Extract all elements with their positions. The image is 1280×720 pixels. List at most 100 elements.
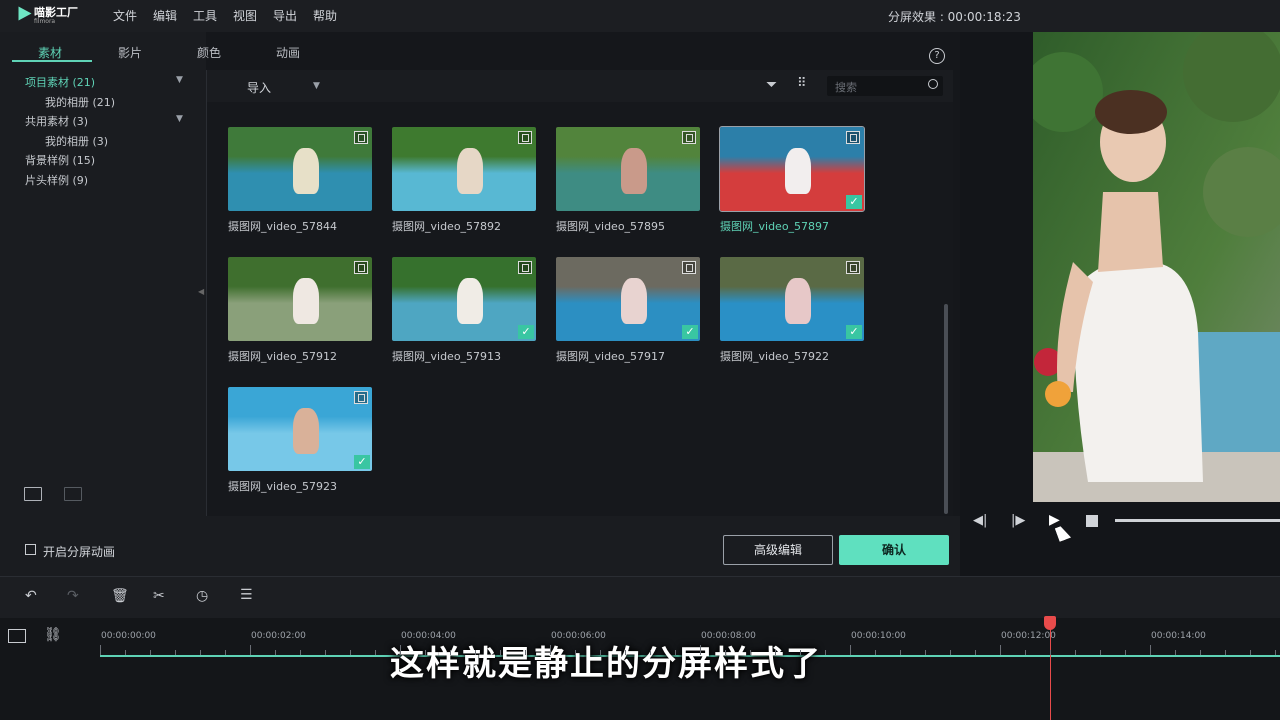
adjust-icon[interactable]: ☰ — [240, 587, 253, 603]
thumb-figure — [292, 408, 319, 455]
trash-icon[interactable]: 🗑 — [111, 588, 129, 604]
playhead-handle[interactable] — [1044, 616, 1056, 630]
film-icon — [354, 261, 368, 274]
chevron-down-icon[interactable]: ▼ — [176, 75, 183, 85]
ruler-tick — [1125, 650, 1126, 655]
film-icon — [518, 261, 532, 274]
ruler-tick-label: 00:00:10:00 — [851, 631, 906, 641]
media-caption: 摄图网_video_57917 — [556, 350, 666, 363]
media-thumb[interactable] — [556, 127, 700, 211]
film-icon — [682, 261, 696, 274]
split-animation-checkbox[interactable] — [25, 544, 36, 555]
ruler-tick — [925, 650, 926, 655]
ruler-tick — [825, 650, 826, 655]
tree-item-background-samples[interactable]: 背景样例 (15) — [25, 152, 95, 168]
redo-icon[interactable]: ↷ — [67, 588, 79, 604]
film-icon — [846, 261, 860, 274]
confirm-button[interactable]: 确认 — [839, 535, 949, 565]
menu-file[interactable]: 文件 — [113, 7, 137, 24]
thumb-figure — [620, 148, 647, 195]
media-thumb[interactable] — [392, 127, 536, 211]
filter-icon[interactable]: ⏷ — [766, 77, 777, 93]
grid-view-icon[interactable]: ⠿ — [797, 76, 807, 91]
menu-bar — [0, 0, 1280, 32]
ruler-tick — [525, 650, 526, 655]
search-input[interactable]: 搜索 — [827, 76, 943, 96]
new-folder-icon[interactable] — [24, 487, 42, 501]
media-thumb[interactable]: ✓ — [556, 257, 700, 341]
ruler-tick — [250, 645, 251, 655]
scissors-icon[interactable]: ✂ — [153, 588, 165, 604]
tree-item-shared-media[interactable]: 共用素材 (3) — [25, 113, 88, 129]
check-icon: ✓ — [354, 455, 370, 469]
ruler-tick-label: 00:00:02:00 — [251, 631, 306, 641]
ruler-tick — [225, 650, 226, 655]
film-icon — [518, 131, 532, 144]
ruler-tick — [875, 650, 876, 655]
collapse-arrow-icon[interactable]: ◀ — [198, 287, 204, 296]
ruler-tick — [675, 650, 676, 655]
tree-item-project-media[interactable]: 项目素材 (21) — [25, 74, 95, 90]
delete-folder-icon[interactable] — [64, 487, 82, 501]
media-thumb[interactable]: ✓ — [719, 126, 865, 212]
media-scrollbar[interactable] — [944, 304, 948, 514]
import-button[interactable]: 导入 — [247, 79, 271, 96]
prev-frame-icon[interactable]: ◀| — [973, 513, 987, 528]
ruler-tick — [775, 650, 776, 655]
search-icon[interactable] — [928, 79, 938, 89]
playhead-line[interactable] — [1050, 622, 1051, 720]
ruler-tick — [700, 645, 701, 655]
tree-item-shared-album[interactable]: 我的相册 (3) — [45, 133, 108, 149]
thumb-figure — [456, 278, 483, 325]
ruler-tick — [600, 650, 601, 655]
media-thumb[interactable]: ✓ — [392, 257, 536, 341]
help-icon[interactable]: ? — [929, 48, 945, 64]
menu-edit[interactable]: 编辑 — [153, 7, 177, 24]
menu-help[interactable]: 帮助 — [313, 7, 337, 24]
video-subtitle: 这样就是静止的分屏样式了 — [390, 644, 822, 684]
tab-animation[interactable]: 动画 — [276, 44, 300, 61]
ruler-tick — [850, 645, 851, 655]
ruler-tick — [500, 650, 501, 655]
tab-color[interactable]: 颜色 — [197, 44, 221, 61]
preview-image — [1033, 32, 1280, 502]
menu-export[interactable]: 导出 — [273, 7, 297, 24]
stop-icon[interactable] — [1086, 515, 1098, 527]
ruler-tick — [350, 650, 351, 655]
timeline-toolbar — [0, 576, 1280, 619]
preview-progress-bar[interactable] — [1115, 519, 1280, 522]
ruler-tick — [575, 650, 576, 655]
thumb-figure — [620, 278, 647, 325]
menu-view[interactable]: 视图 — [233, 7, 257, 24]
ruler-tick — [450, 650, 451, 655]
media-thumb[interactable]: ✓ — [720, 257, 864, 341]
ruler-tick — [175, 650, 176, 655]
advanced-edit-button[interactable]: 高级编辑 — [723, 535, 833, 565]
link-icon[interactable]: ⛓ — [44, 627, 62, 643]
ruler-tick-label: 00:00:00:00 — [101, 631, 156, 641]
tree-item-intro-samples[interactable]: 片头样例 (9) — [25, 172, 88, 188]
media-thumb[interactable] — [228, 127, 372, 211]
menu-tools[interactable]: 工具 — [193, 7, 217, 24]
clock-icon[interactable]: ◷ — [196, 588, 208, 604]
ruler-tick — [1000, 645, 1001, 655]
ruler-tick-label: 00:00:14:00 — [1151, 631, 1206, 641]
logo-icon — [18, 6, 32, 21]
tab-media[interactable]: 素材 — [38, 44, 62, 61]
media-thumb[interactable] — [228, 257, 372, 341]
ruler-tick — [550, 645, 551, 655]
media-caption: 摄图网_video_57923 — [228, 480, 338, 493]
ruler-tick — [1025, 650, 1026, 655]
tab-film[interactable]: 影片 — [118, 44, 142, 61]
ruler-tick — [1175, 650, 1176, 655]
tree-item-my-album[interactable]: 我的相册 (21) — [45, 94, 115, 110]
thumb-figure — [784, 148, 811, 195]
play-icon[interactable]: ▶ — [1049, 512, 1060, 528]
add-track-icon[interactable] — [8, 629, 26, 643]
undo-icon[interactable]: ↶ — [25, 588, 37, 604]
next-frame-icon[interactable]: |▶ — [1011, 513, 1025, 528]
chevron-down-icon[interactable]: ▼ — [313, 81, 320, 91]
chevron-down-icon[interactable]: ▼ — [176, 114, 183, 124]
media-thumb[interactable]: ✓ — [228, 387, 372, 471]
ruler-tick — [725, 650, 726, 655]
